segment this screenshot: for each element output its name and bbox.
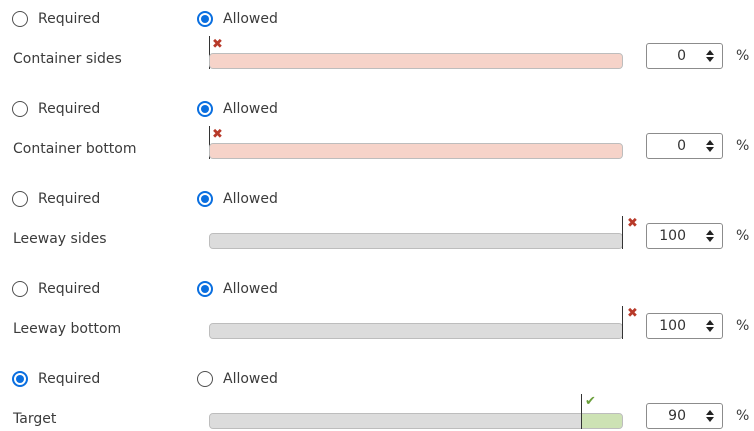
required-radio-option[interactable]: Required [12,279,100,299]
required-label: Required [38,281,101,297]
stepper-arrows-icon[interactable] [706,47,715,65]
row-label: Container bottom [13,141,137,157]
x-icon: ✖ [212,127,223,142]
value-stepper[interactable]: 90 [646,403,723,429]
required-radio[interactable] [12,191,28,207]
allowed-radio[interactable] [197,191,213,207]
value-stepper[interactable]: 100 [646,223,723,249]
required-label: Required [38,191,101,207]
required-label: Required [38,371,101,387]
value-stepper[interactable]: 100 [646,313,723,339]
required-radio[interactable] [12,101,28,117]
row-label: Container sides [13,51,122,67]
level-marker[interactable] [622,216,623,249]
allowed-radio[interactable] [197,101,213,117]
value-stepper-value: 0 [677,138,686,154]
value-stepper[interactable]: 0 [646,133,723,159]
required-label: Required [38,11,101,27]
stepper-arrows-icon[interactable] [706,407,715,425]
allowed-radio-option[interactable]: Allowed [197,9,278,29]
level-slider-track[interactable] [209,53,623,69]
allowed-radio[interactable] [197,371,213,387]
option-row-leeway-bottom: Required Allowed Leeway bottom ✖ 100 % [0,270,754,360]
value-stepper-value: 90 [668,408,686,424]
allowed-radio[interactable] [197,11,213,27]
required-radio-option[interactable]: Required [12,369,100,389]
level-slider-track[interactable] [209,233,623,249]
required-label: Required [38,101,101,117]
x-icon: ✖ [212,37,223,52]
row-label: Leeway bottom [13,321,122,337]
required-radio[interactable] [12,371,28,387]
unit-label: % [736,408,750,424]
allowed-radio-option[interactable]: Allowed [197,99,278,119]
x-icon: ✖ [627,216,638,231]
value-stepper-value: 100 [659,318,686,334]
option-row-target: Required Allowed Target ✔ 90 % [0,360,754,431]
required-radio-option[interactable]: Required [12,189,100,209]
option-row-leeway-sides: Required Allowed Leeway sides ✖ 100 % [0,180,754,270]
option-row-container-sides: Required Allowed Container sides ✖ 0 % [0,0,754,90]
required-radio[interactable] [12,281,28,297]
allowed-label: Allowed [223,101,278,117]
value-stepper-value: 0 [677,48,686,64]
level-slider-fill [210,144,622,158]
allowed-radio-option[interactable]: Allowed [197,279,278,299]
unit-label: % [736,48,750,64]
level-marker[interactable] [622,306,623,339]
allowed-radio-option[interactable]: Allowed [197,369,278,389]
allowed-label: Allowed [223,191,278,207]
level-slider-track[interactable] [209,413,623,429]
target-range-fill [580,414,622,428]
allowed-radio-option[interactable]: Allowed [197,189,278,209]
level-marker[interactable] [581,394,582,429]
required-radio-option[interactable]: Required [12,9,100,29]
row-label: Leeway sides [13,231,107,247]
level-slider-track[interactable] [209,323,623,339]
value-stepper[interactable]: 0 [646,43,723,69]
unit-label: % [736,228,750,244]
level-slider-track[interactable] [209,143,623,159]
level-slider-fill [210,414,581,428]
required-radio[interactable] [12,11,28,27]
row-label: Target [13,411,57,427]
check-icon: ✔ [585,394,596,409]
allowed-label: Allowed [223,371,278,387]
allowed-radio[interactable] [197,281,213,297]
value-stepper-value: 100 [659,228,686,244]
allowed-label: Allowed [223,11,278,27]
x-icon: ✖ [627,306,638,321]
unit-label: % [736,318,750,334]
allowed-label: Allowed [223,281,278,297]
level-slider-fill [210,54,622,68]
stepper-arrows-icon[interactable] [706,227,715,245]
level-slider-fill [210,234,622,248]
option-row-container-bottom: Required Allowed Container bottom ✖ 0 % [0,90,754,180]
level-slider-fill [210,324,622,338]
required-radio-option[interactable]: Required [12,99,100,119]
stepper-arrows-icon[interactable] [706,317,715,335]
stepper-arrows-icon[interactable] [706,137,715,155]
unit-label: % [736,138,750,154]
